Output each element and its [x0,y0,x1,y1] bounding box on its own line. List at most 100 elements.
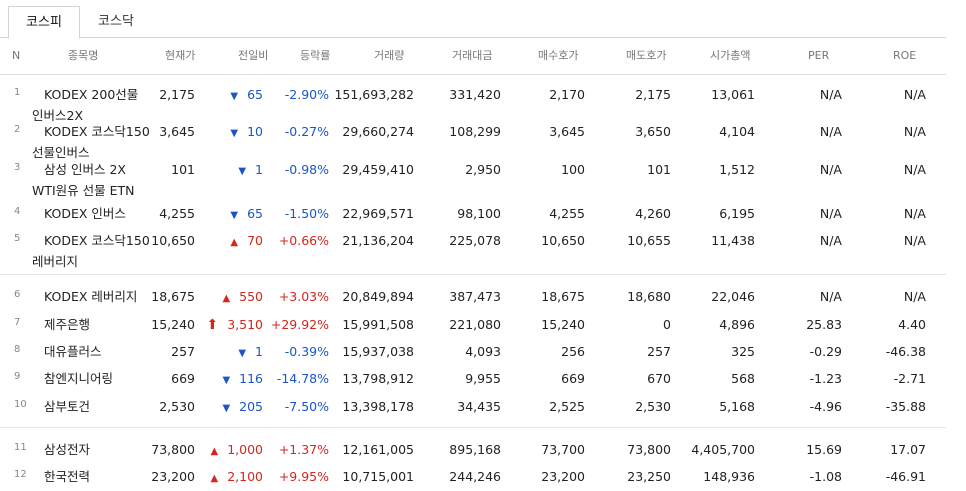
table-header: N 종목명 현재가 전일비 등락률 거래량 거래대금 매수호가 매도호가 시가총… [0,38,946,75]
trade-amount: 387,473 [449,289,501,304]
roe-value: N/A [903,289,926,304]
change-value: 65 [247,87,263,102]
change-value-cell: ▼ 65 [230,203,263,226]
stock-name-link[interactable]: 대유플러스 [32,341,182,362]
down-triangle-icon: ▼ [238,166,247,177]
row-number: 7 [14,317,21,328]
ask-price: 2,175 [635,87,671,102]
bid-price: 15,240 [541,317,585,332]
trade-volume: 21,136,204 [342,233,414,248]
tab-kospi[interactable]: 코스피 [8,6,80,39]
down-triangle-icon: ▼ [230,128,239,139]
trade-amount: 244,246 [449,469,501,484]
market-cap: 5,168 [719,399,755,414]
per-value: -4.96 [809,399,842,414]
column-header-n: N [12,49,21,62]
trade-amount: 108,299 [449,124,501,139]
per-value: N/A [819,124,842,139]
trade-amount: 9,955 [465,371,501,386]
change-rate: -2.90% [284,87,329,102]
down-triangle-icon: ▼ [230,210,239,221]
row-number: 1 [14,87,21,98]
roe-value: N/A [903,124,926,139]
per-value: -0.29 [809,344,842,359]
ask-price: 101 [647,162,671,177]
roe-value: N/A [903,206,926,221]
tab-kosdaq[interactable]: 코스닥 [88,6,144,37]
roe-value: -46.38 [885,344,926,359]
market-cap: 13,061 [711,87,755,102]
current-price: 18,675 [151,289,195,304]
market-cap: 1,512 [719,162,755,177]
trade-volume: 151,693,282 [334,87,414,102]
ask-price: 2,530 [635,399,671,414]
column-header-price: 현재가 [165,49,196,62]
group-divider [0,427,946,428]
down-triangle-icon: ▼ [230,91,239,102]
bid-price: 3,645 [549,124,585,139]
change-rate: -0.39% [284,344,329,359]
current-price: 3,645 [159,124,195,139]
current-price: 101 [171,162,195,177]
row-number: 2 [14,124,21,135]
ask-price: 18,680 [627,289,671,304]
stock-name-link[interactable]: 참엔지니어링 [32,368,182,389]
current-price: 2,530 [159,399,195,414]
market-cap: 568 [731,371,755,386]
current-price: 15,240 [151,317,195,332]
up-triangle-icon: ▲ [210,446,219,457]
per-value: N/A [819,87,842,102]
market-cap: 4,896 [719,317,755,332]
change-value-cell: ⬆ 3,510 [206,314,263,336]
ask-price: 3,650 [635,124,671,139]
bid-price: 100 [561,162,585,177]
down-triangle-icon: ▼ [222,403,231,414]
bid-price: 256 [561,344,585,359]
market-cap: 4,104 [719,124,755,139]
change-rate: -0.98% [284,162,329,177]
trade-amount: 98,100 [457,206,501,221]
per-value: 15.69 [806,442,842,457]
per-value: N/A [819,233,842,248]
change-value: 1 [255,162,263,177]
bid-price: 2,525 [549,399,585,414]
ask-price: 23,250 [627,469,671,484]
per-value: -1.23 [809,371,842,386]
row-number: 9 [14,371,21,382]
bid-price: 2,170 [549,87,585,102]
column-header-per: PER [808,49,830,62]
row-number: 10 [14,399,27,410]
column-header-rate: 등락률 [300,49,331,62]
current-price: 669 [171,371,195,386]
change-rate: -14.78% [276,371,329,386]
current-price: 23,200 [151,469,195,484]
per-value: N/A [819,206,842,221]
ask-price: 670 [647,371,671,386]
bid-price: 18,675 [541,289,585,304]
roe-value: -46.91 [885,469,926,484]
market-cap: 22,046 [711,289,755,304]
ask-price: 73,800 [627,442,671,457]
trade-volume: 15,991,508 [342,317,414,332]
row-number: 3 [14,162,21,173]
column-header-roe: ROE [893,49,917,62]
down-triangle-icon: ▼ [222,375,231,386]
bid-price: 4,255 [549,206,585,221]
change-rate: +29.92% [270,317,329,332]
roe-value: 17.07 [890,442,926,457]
bid-price: 23,200 [541,469,585,484]
roe-value: N/A [903,87,926,102]
change-value-cell: ▲ 2,100 [211,466,264,489]
column-header-volume: 거래량 [374,49,405,62]
trade-volume: 10,715,001 [342,469,414,484]
trade-amount: 2,950 [465,162,501,177]
stock-name-link[interactable]: 삼성 인버스 2X WTI원유 선물 ETN [32,159,182,201]
current-price: 2,175 [159,87,195,102]
ask-price: 4,260 [635,206,671,221]
change-rate: +0.66% [278,233,329,248]
change-value: 70 [247,233,263,248]
bid-price: 73,700 [541,442,585,457]
roe-value: N/A [903,162,926,177]
change-value: 65 [247,206,263,221]
market-cap: 11,438 [711,233,755,248]
